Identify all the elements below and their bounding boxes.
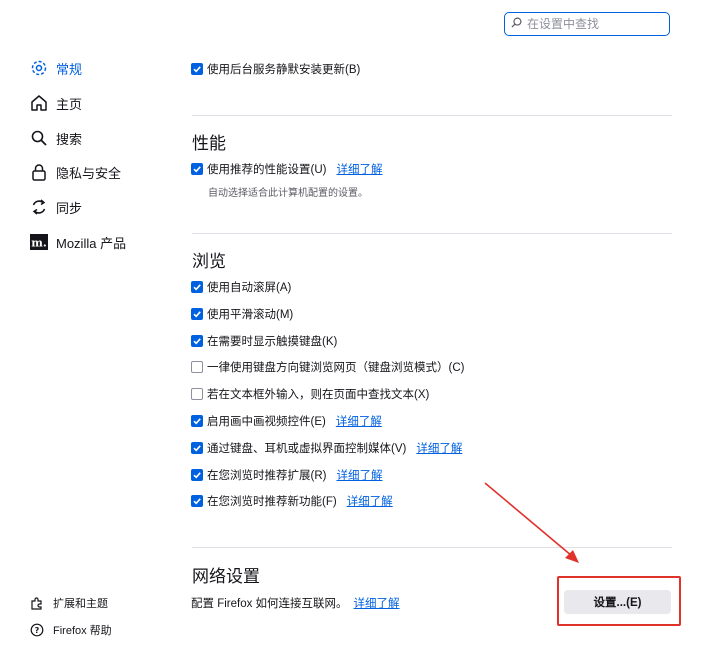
network-heading: 网络设置 [192,567,260,586]
search-icon [511,17,522,31]
sidebar-item-sync[interactable]: 同步 [30,195,82,219]
checkbox-unchecked[interactable] [191,388,203,400]
checkbox-checked[interactable] [191,469,203,481]
browsing-option-row[interactable]: 在您浏览时推荐扩展(R) 详细了解 [191,467,382,483]
browsing-option-row[interactable]: 启用画中画视频控件(E) 详细了解 [191,413,382,429]
sidebar-footer-label: Firefox 帮助 [53,625,112,637]
sidebar-item-search[interactable]: 搜索 [30,126,82,150]
browsing-option-row[interactable]: 使用平滑滚动(M) [191,306,293,322]
checkbox-label: 通过键盘、耳机或虚拟界面控制媒体(V) [207,443,407,455]
sidebar-footer-label: 扩展和主题 [53,598,108,610]
annotation-arrow-icon [484,482,579,563]
network-description-row: 配置 Firefox 如何连接互联网。 详细了解 [191,595,400,611]
checkbox-label: 在需要时显示触摸键盘(K) [207,336,338,348]
puzzle-icon [30,596,44,610]
checkbox-label: 若在文本框外输入，则在页面中查找文本(X) [207,389,430,401]
home-icon [30,94,48,112]
checkbox-background-update[interactable]: 使用后台服务静默安装更新(B) [191,61,360,77]
mozilla-icon: m. [30,233,48,251]
sidebar-item-label: Mozilla 产品 [56,235,127,251]
checkbox-label: 在您浏览时推荐扩展(R) [207,470,327,482]
section-divider [192,547,672,548]
browsing-option-row[interactable]: 通过键盘、耳机或虚拟界面控制媒体(V) 详细了解 [191,440,462,456]
checkbox-checked[interactable] [191,495,203,507]
settings-search-box[interactable] [504,12,670,36]
search-icon [30,129,48,147]
svg-text:m.: m. [31,237,46,250]
learn-more-link[interactable]: 详细了解 [354,595,400,611]
sidebar-footer-help[interactable]: ? Firefox 帮助 [30,621,112,639]
lock-icon [30,163,48,181]
learn-more-link[interactable]: 详细了解 [336,467,382,483]
help-icon: ? [30,623,44,637]
network-description: 配置 Firefox 如何连接互联网。 [191,598,348,610]
checkbox-checked[interactable] [191,281,203,293]
sidebar-item-privacy[interactable]: 隐私与安全 [30,160,121,184]
browsing-heading: 浏览 [192,252,226,271]
browsing-option-row[interactable]: 使用自动滚屏(A) [191,279,291,295]
checkbox-label: 在您浏览时推荐新功能(F) [207,496,337,508]
browsing-option-row[interactable]: 在需要时显示触摸键盘(K) [191,333,337,349]
learn-more-link[interactable]: 详细了解 [336,161,382,177]
section-divider [192,233,672,234]
learn-more-link[interactable]: 详细了解 [336,413,382,429]
checkbox-checked[interactable] [191,163,203,175]
checkbox-recommended-performance[interactable]: 使用推荐的性能设置(U) 详细了解 [191,161,382,177]
checkbox-checked[interactable] [191,335,203,347]
browsing-option-row[interactable]: 若在文本框外输入，则在页面中查找文本(X) [191,386,429,402]
checkbox-checked[interactable] [191,308,203,320]
browsing-option-row[interactable]: 一律使用键盘方向键浏览网页（键盘浏览模式）(C) [191,359,464,375]
browsing-option-row[interactable]: 在您浏览时推荐新功能(F) 详细了解 [191,493,393,509]
sidebar-item-label: 搜索 [56,131,83,147]
learn-more-link[interactable]: 详细了解 [347,493,393,509]
checkbox-label: 使用推荐的性能设置(U) [207,164,327,176]
checkbox-label: 一律使用键盘方向键浏览网页（键盘浏览模式）(C) [207,362,465,374]
performance-heading: 性能 [192,134,226,153]
checkbox-unchecked[interactable] [191,361,203,373]
checkbox-checked[interactable] [191,442,203,454]
checkbox-label: 使用自动滚屏(A) [207,282,292,294]
performance-description: 自动选择适合此计算机配置的设置。 [208,188,368,199]
sync-icon [30,198,48,216]
search-input[interactable] [525,16,659,32]
svg-text:?: ? [35,626,40,635]
checkbox-checked[interactable] [191,63,203,75]
checkbox-checked[interactable] [191,415,203,427]
sidebar-item-mozilla-products[interactable]: m. Mozilla 产品 [30,230,126,254]
learn-more-link[interactable]: 详细了解 [416,440,462,456]
sidebar-item-home[interactable]: 主页 [30,91,82,115]
sidebar-footer-extensions[interactable]: 扩展和主题 [30,594,108,612]
checkbox-label: 使用后台服务静默安装更新(B) [207,64,361,76]
checkbox-label: 使用平滑滚动(M) [207,309,294,321]
sidebar-item-label: 主页 [56,96,83,112]
section-divider [192,115,672,116]
sidebar-item-label: 同步 [56,200,83,216]
sidebar-item-label: 隐私与安全 [56,165,122,181]
highlight-box [557,576,681,626]
sidebar-item-label: 常规 [56,61,83,77]
checkbox-label: 启用画中画视频控件(E) [207,416,326,428]
sidebar-item-general[interactable]: 常规 [30,56,82,80]
gear-icon [30,59,48,77]
